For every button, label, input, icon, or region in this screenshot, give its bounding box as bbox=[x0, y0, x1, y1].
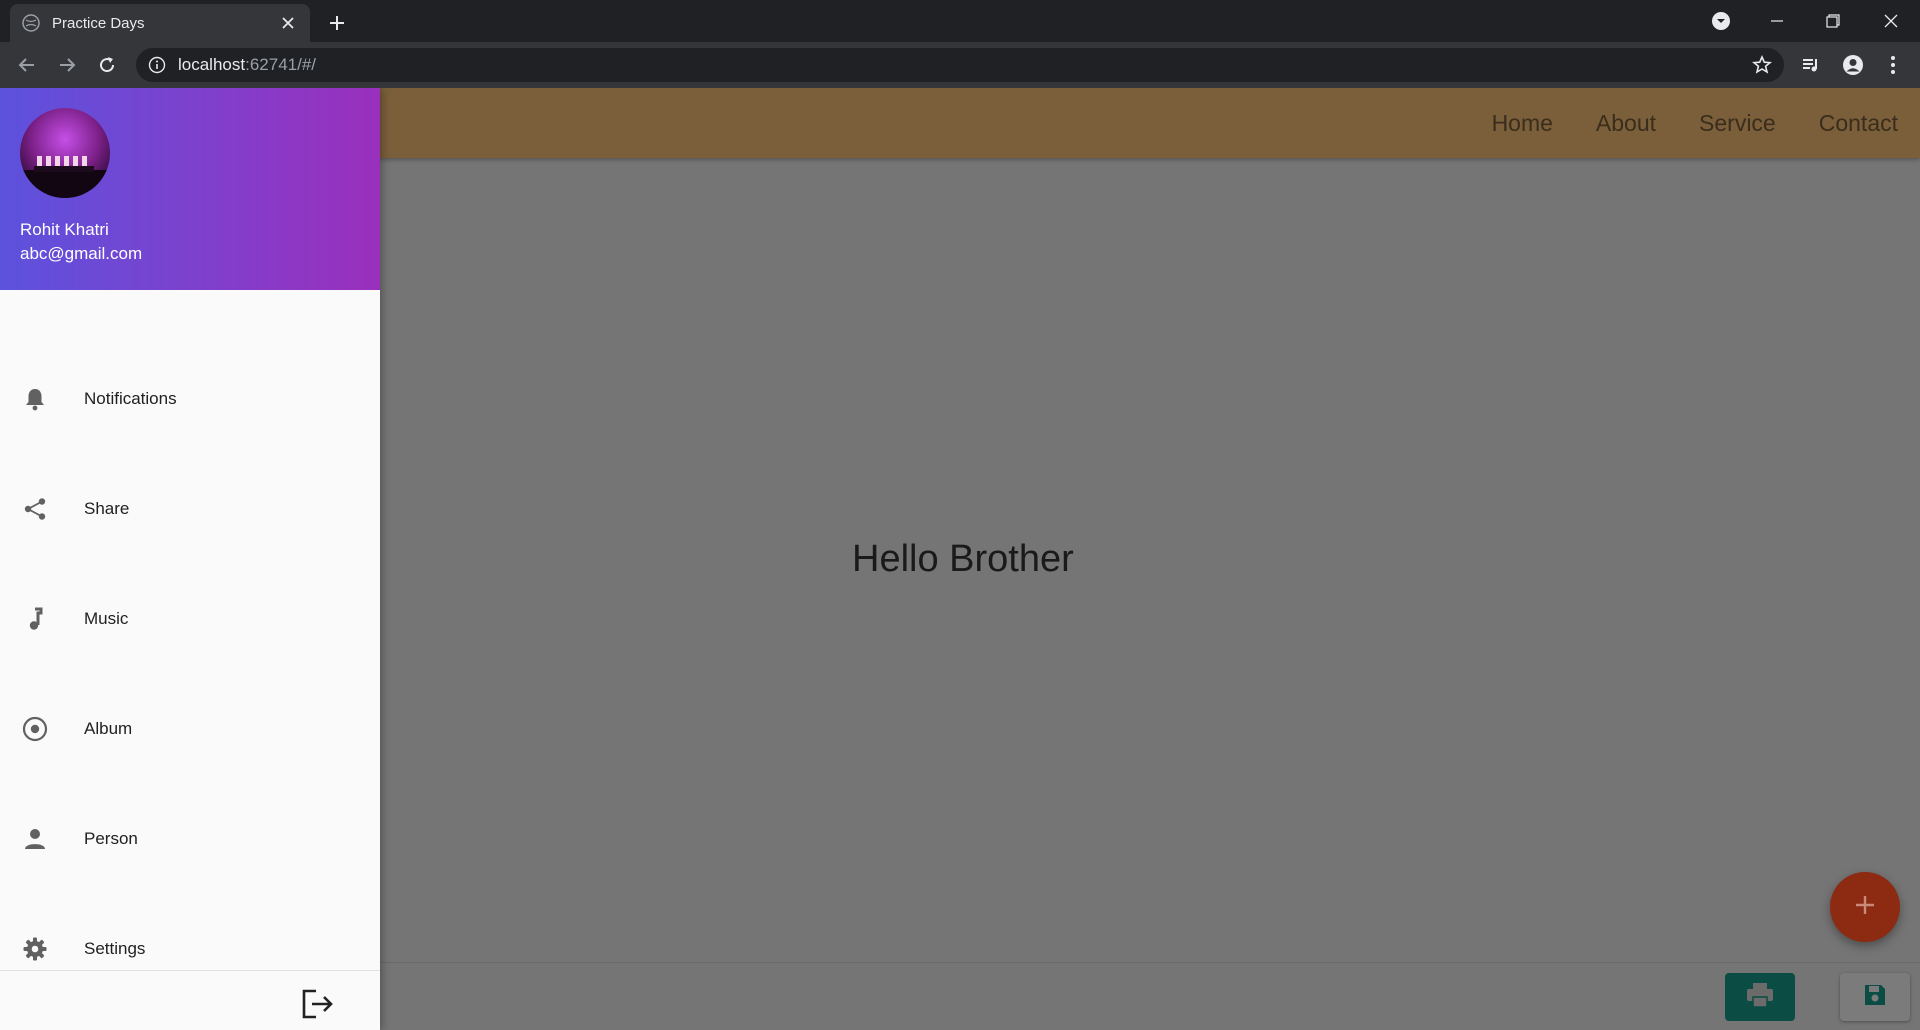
browser-menu-icon[interactable] bbox=[1878, 50, 1908, 80]
close-tab-icon[interactable] bbox=[278, 13, 298, 33]
close-window-icon[interactable] bbox=[1876, 6, 1906, 36]
logout-icon bbox=[302, 989, 334, 1024]
globe-icon bbox=[22, 14, 40, 32]
tab-title: Practice Days bbox=[52, 14, 145, 32]
bookmark-star-icon[interactable] bbox=[1752, 55, 1772, 75]
drawer-item-label: Share bbox=[84, 499, 130, 518]
settings-icon bbox=[22, 936, 48, 962]
logout-button[interactable] bbox=[300, 988, 336, 1024]
save-icon bbox=[1863, 983, 1887, 1012]
app-viewport: Home About Service Contact Hello Brother bbox=[0, 88, 1920, 1030]
drawer-item-notifications[interactable]: Notifications bbox=[0, 344, 380, 454]
user-name: Rohit Khatri bbox=[20, 220, 109, 239]
url-host: localhost bbox=[178, 55, 246, 74]
drawer-header: Rohit Khatri abc@gmail.com bbox=[0, 88, 380, 290]
back-icon[interactable] bbox=[12, 50, 42, 80]
forward-icon[interactable] bbox=[52, 50, 82, 80]
person-icon bbox=[22, 826, 48, 852]
drawer-item-label: Notifications bbox=[84, 389, 177, 408]
drawer-divider bbox=[0, 970, 380, 971]
body-greeting: Hello Brother bbox=[852, 538, 1074, 580]
drawer-item-label: Person bbox=[84, 829, 138, 848]
nav-contact[interactable]: Contact bbox=[1819, 110, 1898, 137]
album-icon bbox=[22, 716, 48, 742]
drawer-item-person[interactable]: Person bbox=[0, 784, 380, 894]
drawer-item-label: Album bbox=[84, 719, 133, 738]
drawer-item-album[interactable]: Album bbox=[0, 674, 380, 784]
drawer-item-label: Music bbox=[84, 609, 129, 628]
user-email: abc@gmail.com bbox=[20, 244, 143, 263]
avatar[interactable] bbox=[20, 108, 110, 198]
info-icon[interactable] bbox=[148, 56, 166, 74]
address-bar[interactable]: localhost:62741/#/ bbox=[136, 48, 1784, 82]
url-path: :62741/#/ bbox=[245, 55, 317, 74]
share-icon bbox=[22, 496, 48, 522]
browser-tab-bar: Practice Days bbox=[0, 0, 1920, 42]
minimize-icon[interactable] bbox=[1762, 6, 1792, 36]
browser-toolbar: localhost:62741/#/ bbox=[0, 42, 1920, 88]
reading-list-icon[interactable] bbox=[1796, 50, 1826, 80]
nav-service[interactable]: Service bbox=[1699, 110, 1776, 137]
print-button[interactable] bbox=[1725, 973, 1795, 1021]
save-button[interactable] bbox=[1840, 973, 1910, 1021]
nav-about[interactable]: About bbox=[1596, 110, 1656, 137]
profile-icon[interactable] bbox=[1838, 50, 1868, 80]
add-icon bbox=[1854, 894, 1876, 921]
navigation-drawer: Rohit Khatri abc@gmail.com Notifications… bbox=[0, 88, 380, 1030]
tab-search-icon[interactable] bbox=[1706, 6, 1736, 36]
bell-icon bbox=[22, 386, 48, 412]
drawer-item-share[interactable]: Share bbox=[0, 454, 380, 564]
new-tab-icon[interactable] bbox=[324, 10, 350, 36]
add-fab-button[interactable] bbox=[1830, 872, 1900, 942]
drawer-item-label: Settings bbox=[84, 939, 146, 958]
browser-tab[interactable]: Practice Days bbox=[10, 4, 310, 42]
nav-home[interactable]: Home bbox=[1492, 110, 1553, 137]
restore-icon[interactable] bbox=[1818, 6, 1848, 36]
print-icon bbox=[1746, 982, 1774, 1013]
app-nav: Home About Service Contact bbox=[1449, 88, 1898, 158]
reload-icon[interactable] bbox=[92, 50, 122, 80]
drawer-item-music[interactable]: Music bbox=[0, 564, 380, 674]
music-note-icon bbox=[22, 606, 48, 632]
